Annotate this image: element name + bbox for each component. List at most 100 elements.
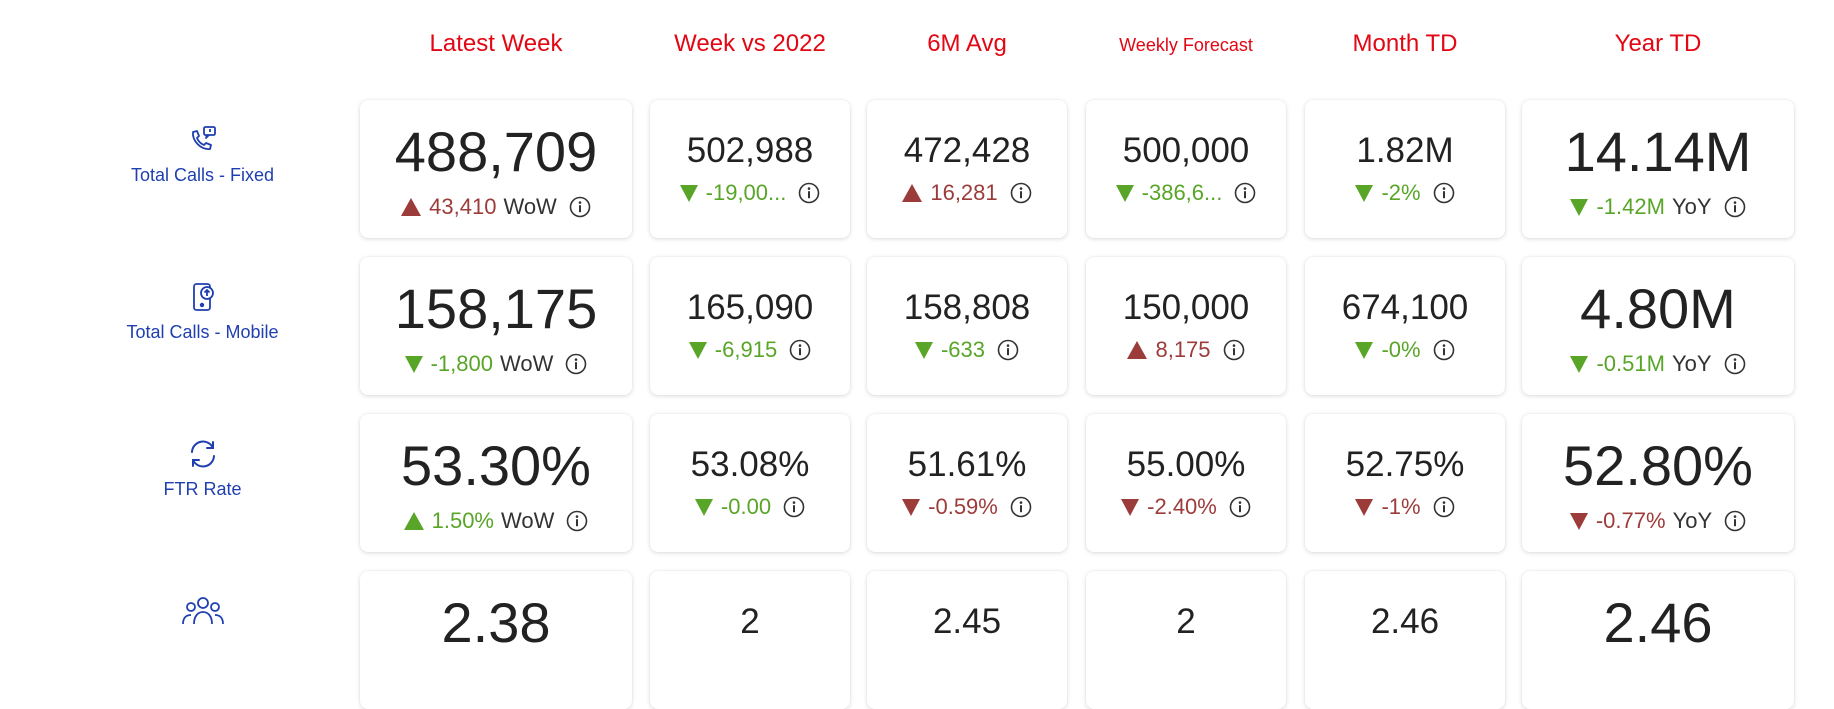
- kpi-card[interactable]: 52.75% -1%: [1305, 414, 1505, 552]
- info-icon[interactable]: [798, 182, 820, 204]
- delta-value: -1,800: [430, 351, 493, 376]
- delta-value: -0.59%: [928, 494, 998, 519]
- people-group-icon: [180, 594, 226, 628]
- column-header-2: Week vs 2022: [674, 30, 826, 57]
- kpi-delta: -386,6...: [1086, 180, 1286, 206]
- info-icon[interactable]: [1724, 353, 1746, 375]
- kpi-value: 502,988: [686, 131, 814, 170]
- kpi-delta: -1%: [1305, 494, 1505, 520]
- info-icon[interactable]: [566, 510, 588, 532]
- row-label-4: [95, 594, 310, 636]
- triangle-up-icon: [902, 184, 923, 202]
- triangle-up-icon: [403, 512, 424, 530]
- info-icon[interactable]: [997, 339, 1019, 361]
- triangle-down-icon: [1355, 341, 1374, 359]
- kpi-value: 1.82M: [1356, 131, 1454, 170]
- kpi-card[interactable]: 2.46: [1522, 571, 1794, 709]
- triangle-down-icon: [1355, 184, 1374, 202]
- column-header-4: Weekly Forecast: [1119, 35, 1253, 55]
- kpi-value: 500,000: [1122, 131, 1250, 170]
- info-icon[interactable]: [1433, 339, 1455, 361]
- kpi-value: 53.08%: [690, 445, 810, 484]
- info-icon[interactable]: [1433, 496, 1455, 518]
- kpi-card[interactable]: 2.38: [360, 571, 632, 709]
- kpi-card[interactable]: 51.61% -0.59%: [867, 414, 1067, 552]
- kpi-card[interactable]: 1.82M -2%: [1305, 100, 1505, 238]
- triangle-up-icon: [401, 198, 422, 216]
- kpi-value: 165,090: [686, 288, 814, 327]
- info-icon[interactable]: [1223, 339, 1245, 361]
- kpi-card[interactable]: 150,000 8,175: [1086, 257, 1286, 395]
- kpi-delta: -2%: [1305, 180, 1505, 206]
- row-label-text: Total Calls - Mobile: [126, 322, 279, 342]
- delta-value: -1.42M: [1596, 194, 1665, 219]
- info-icon[interactable]: [1433, 182, 1455, 204]
- triangle-down-icon: [1570, 355, 1589, 373]
- kpi-value: 674,100: [1341, 288, 1469, 327]
- kpi-card[interactable]: 55.00% -2.40%: [1086, 414, 1286, 552]
- delta-value: -2%: [1381, 180, 1421, 205]
- triangle-down-icon: [404, 355, 423, 373]
- kpi-card[interactable]: 488,709 43,410 WoW: [360, 100, 632, 238]
- delta-value: -2.40%: [1147, 494, 1217, 519]
- kpi-card[interactable]: 53.30% 1.50% WoW: [360, 414, 632, 552]
- kpi-value: 4.80M: [1580, 277, 1736, 340]
- delta-value: -0.51M: [1596, 351, 1665, 376]
- kpi-value: 51.61%: [907, 445, 1027, 484]
- kpi-card[interactable]: 2: [1086, 571, 1286, 709]
- kpi-card[interactable]: 2.46: [1305, 571, 1505, 709]
- info-icon[interactable]: [1010, 496, 1032, 518]
- kpi-card[interactable]: 2.45: [867, 571, 1067, 709]
- delta-suffix: YoY: [1671, 351, 1712, 376]
- info-icon[interactable]: [1724, 510, 1746, 532]
- kpi-delta: -1,800 WoW: [360, 351, 632, 377]
- kpi-card[interactable]: 674,100 -0%: [1305, 257, 1505, 395]
- kpi-delta: 8,175: [1086, 337, 1286, 363]
- triangle-down-icon: [688, 341, 707, 359]
- kpi-card[interactable]: 14.14M -1.42M YoY: [1522, 100, 1794, 238]
- kpi-card[interactable]: 53.08% -0.00: [650, 414, 850, 552]
- kpi-card[interactable]: 2: [650, 571, 850, 709]
- delta-value: -1%: [1381, 494, 1421, 519]
- info-icon[interactable]: [1234, 182, 1256, 204]
- kpi-card[interactable]: 158,808 -633: [867, 257, 1067, 395]
- delta-value: -19,00...: [705, 180, 787, 205]
- delta-suffix: WoW: [503, 194, 557, 219]
- kpi-value: 158,175: [394, 277, 598, 340]
- kpi-card[interactable]: 4.80M -0.51M YoY: [1522, 257, 1794, 395]
- info-icon[interactable]: [565, 353, 587, 375]
- delta-value: -386,6...: [1141, 180, 1223, 205]
- kpi-card[interactable]: 500,000 -386,6...: [1086, 100, 1286, 238]
- info-icon[interactable]: [1010, 182, 1032, 204]
- triangle-down-icon: [1355, 498, 1374, 516]
- kpi-card[interactable]: 472,428 16,281: [867, 100, 1067, 238]
- delta-value: -0.00: [720, 494, 772, 519]
- kpi-delta: -633: [867, 337, 1067, 363]
- refresh-cycle-icon: [186, 437, 220, 471]
- info-icon[interactable]: [789, 339, 811, 361]
- kpi-value: 52.75%: [1345, 445, 1465, 484]
- kpi-value: 53.30%: [401, 434, 591, 497]
- delta-value: 16,281: [930, 180, 998, 205]
- kpi-card[interactable]: 165,090 -6,915: [650, 257, 850, 395]
- triangle-down-icon: [1115, 184, 1134, 202]
- kpi-card[interactable]: 52.80% -0.77% YoY: [1522, 414, 1794, 552]
- delta-suffix: YoY: [1671, 194, 1712, 219]
- info-icon[interactable]: [569, 196, 591, 218]
- phone-chat-icon: [186, 123, 220, 157]
- delta-value: -0%: [1381, 337, 1421, 362]
- row-label-1: Total Calls - Fixed: [95, 123, 310, 186]
- kpi-delta: -0%: [1305, 337, 1505, 363]
- triangle-down-icon: [694, 498, 713, 516]
- kpi-delta: 43,410 WoW: [360, 194, 632, 220]
- mobile-phone-icon: [186, 280, 220, 314]
- row-label-2: Total Calls - Mobile: [95, 280, 310, 343]
- kpi-card[interactable]: 502,988 -19,00...: [650, 100, 850, 238]
- info-icon[interactable]: [1724, 196, 1746, 218]
- kpi-value: 2.38: [441, 591, 551, 654]
- delta-value: -6,915: [714, 337, 778, 362]
- info-icon[interactable]: [1229, 496, 1251, 518]
- kpi-value: 55.00%: [1126, 445, 1246, 484]
- kpi-card[interactable]: 158,175 -1,800 WoW: [360, 257, 632, 395]
- info-icon[interactable]: [783, 496, 805, 518]
